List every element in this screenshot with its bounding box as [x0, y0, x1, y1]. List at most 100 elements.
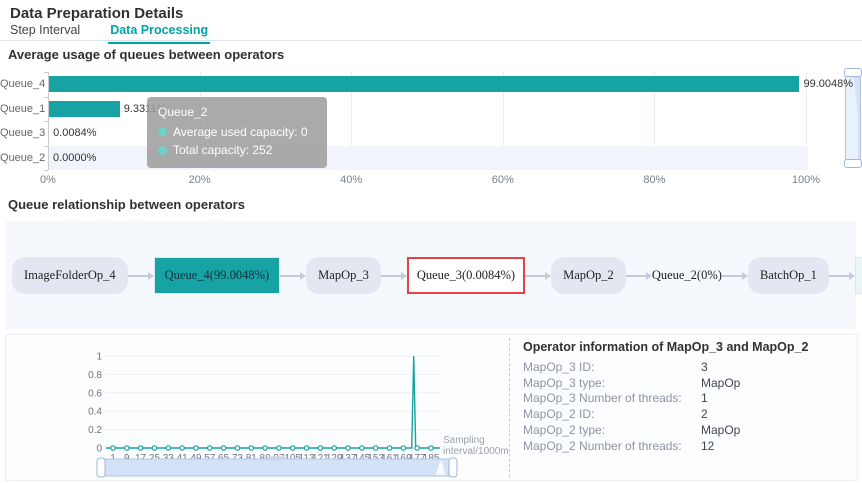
queue-usage-line — [106, 356, 440, 448]
operator-info-label: MapOp_2 ID: — [523, 407, 701, 421]
horizontal-zoom-slider[interactable] — [101, 459, 453, 476]
queue-usage-bar[interactable] — [49, 76, 799, 92]
queue-usage-line-chart[interactable]: 00.20.40.60.8119172533414957657381899710… — [6, 335, 508, 480]
bar-chart-axis-tick — [44, 72, 48, 73]
operator-info-label: MapOp_2 type: — [523, 423, 701, 437]
bar-chart-axis-tick — [44, 97, 48, 98]
arrow-shaft — [525, 275, 545, 277]
data-point-marker[interactable] — [429, 446, 433, 450]
data-point-marker[interactable] — [277, 446, 281, 450]
tooltip-item: Total capacity: 252 — [158, 141, 316, 160]
bar-chart-axis-tick — [44, 146, 48, 147]
tabbar-divider — [0, 40, 862, 41]
bar-chart-category-label: Queue_4 — [0, 78, 43, 90]
bar-chart-category-label: Queue_1 — [0, 103, 43, 115]
bar-chart-x-tick-label: 40% — [340, 174, 362, 186]
line-chart-y-tick-label: 0.4 — [88, 407, 102, 418]
zoom-handle-right[interactable] — [449, 458, 457, 477]
queue-usage-bar-chart[interactable]: Queue_2 Average used capacity: 0Total ca… — [0, 62, 862, 186]
data-point-marker[interactable] — [332, 446, 336, 450]
flow-node-batchop_1[interactable]: BatchOp_1 — [748, 257, 829, 294]
bar-chart-axis-tick — [44, 121, 48, 122]
arrow-shaft — [829, 275, 849, 277]
flow-node-mapop_2[interactable]: MapOp_2 — [551, 257, 626, 294]
operator-info-row: MapOp_2 ID:2 — [523, 406, 843, 422]
data-point-marker[interactable] — [221, 446, 225, 450]
operator-info-label: MapOp_3 Number of threads: — [523, 391, 701, 405]
operator-info-row: MapOp_3 Number of threads:1 — [523, 391, 843, 407]
data-point-marker[interactable] — [401, 446, 405, 450]
operator-info-value: MapOp — [701, 376, 740, 390]
data-point-marker[interactable] — [291, 446, 295, 450]
arrow-shaft — [722, 275, 742, 277]
flow-node-queue_1[interactable]: Queue_1(9.3311%) — [855, 257, 862, 294]
zoom-move-handle[interactable] — [267, 457, 287, 461]
arrow-shaft — [128, 275, 148, 277]
line-chart-y-tick-label: 0 — [96, 444, 102, 455]
operator-info-value: 2 — [701, 407, 708, 421]
tooltip-item-text: Average used capacity: 0 — [173, 123, 308, 142]
data-point-marker[interactable] — [415, 446, 419, 450]
bar-chart-x-tick-label: 80% — [643, 174, 665, 186]
data-point-marker[interactable] — [318, 446, 322, 450]
operator-info-value: 3 — [701, 360, 708, 374]
operator-info-value: MapOp — [701, 423, 740, 437]
data-point-marker[interactable] — [152, 446, 156, 450]
operator-info-row: MapOp_2 type:MapOp — [523, 422, 843, 438]
x-axis-name: Sampling — [443, 435, 485, 446]
bar-chart-x-tick-label: 20% — [189, 174, 211, 186]
zoom-handle-left[interactable] — [97, 458, 105, 477]
arrow-shaft — [280, 275, 300, 277]
zoom-handle-bottom[interactable] — [844, 159, 862, 168]
queue-relationship-diagram: ImageFolderOp_4 Queue_4(99.0048%) MapOp_3 Q… — [6, 221, 856, 330]
flow-node-queue_2[interactable]: Queue_2(0%) — [652, 258, 722, 293]
flow-node-mapop_3[interactable]: MapOp_3 — [306, 257, 381, 294]
zoom-handle-top[interactable] — [844, 68, 862, 77]
tooltip-item-text: Total capacity: 252 — [173, 141, 272, 160]
line-chart-y-tick-label: 1 — [96, 352, 102, 363]
bottom-detail-panel: 00.20.40.60.8119172533414957657381899710… — [5, 334, 858, 481]
data-point-marker[interactable] — [194, 446, 198, 450]
line-chart-y-tick-label: 0.2 — [88, 425, 102, 436]
data-point-marker[interactable] — [263, 446, 267, 450]
operator-info-title: Operator information of MapOp_3 and MapO… — [523, 340, 808, 354]
chart-tooltip: Queue_2 Average used capacity: 0Total ca… — [147, 97, 327, 168]
data-point-marker[interactable] — [235, 446, 239, 450]
data-point-marker[interactable] — [304, 446, 308, 450]
x-axis-name-line2: interval/1000ms — [443, 446, 508, 457]
flow-arrow-icon — [626, 272, 652, 280]
bar-chart-category-label: Queue_2 — [0, 152, 43, 164]
bar-chart-x-tick-label: 100% — [792, 174, 820, 186]
operator-info-list: MapOp_3 ID:3MapOp_3 type:MapOpMapOp_3 Nu… — [523, 359, 843, 454]
flow-arrow-icon — [381, 272, 407, 280]
panel-divider — [509, 338, 510, 477]
data-point-marker[interactable] — [249, 446, 253, 450]
queue-usage-section-title: Average usage of queues between operator… — [8, 47, 284, 62]
bar-chart-category-label: Queue_3 — [0, 127, 43, 139]
data-point-marker[interactable] — [111, 446, 115, 450]
data-point-marker[interactable] — [180, 446, 184, 450]
data-point-marker[interactable] — [346, 446, 350, 450]
series-dot-icon — [158, 127, 167, 136]
data-point-marker[interactable] — [138, 446, 142, 450]
data-point-marker[interactable] — [387, 446, 391, 450]
line-chart-y-tick-label: 0.6 — [88, 388, 102, 399]
data-point-marker[interactable] — [360, 446, 364, 450]
data-point-marker[interactable] — [373, 446, 377, 450]
queue-usage-bar[interactable] — [49, 101, 120, 117]
flow-node-queue_4[interactable]: Queue_4(99.0048%) — [154, 257, 281, 294]
arrow-shaft — [626, 275, 646, 277]
bar-value-label: 99.0048% — [803, 78, 853, 90]
data-point-marker[interactable] — [166, 446, 170, 450]
data-point-marker[interactable] — [208, 446, 212, 450]
flow-node-imagefolderop_4[interactable]: ImageFolderOp_4 — [12, 257, 128, 294]
line-chart-y-tick-label: 0.8 — [88, 370, 102, 381]
tooltip-item: Average used capacity: 0 — [158, 123, 316, 142]
data-point-marker[interactable] — [125, 446, 129, 450]
series-dot-icon — [158, 146, 167, 155]
operator-info-row: MapOp_2 Number of threads:12 — [523, 438, 843, 454]
tooltip-title: Queue_2 — [158, 103, 316, 122]
flow-node-queue_3[interactable]: Queue_3(0.0084%) — [407, 257, 525, 294]
bar-chart-x-tick-label: 60% — [492, 174, 514, 186]
flow-arrow-icon — [280, 272, 306, 280]
